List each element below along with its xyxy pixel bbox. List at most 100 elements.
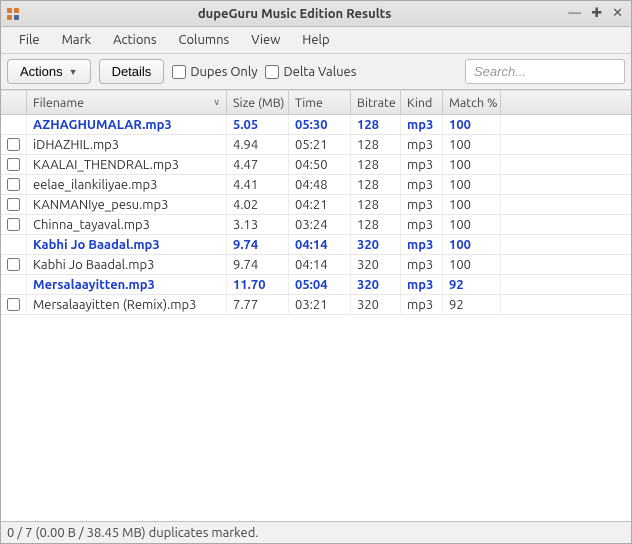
table-row[interactable]: KANMANIye_pesu.mp34.0204:21128mp3100: [1, 195, 631, 215]
cell-kind: mp3: [401, 195, 443, 214]
cell-time: 04:48: [289, 175, 351, 194]
cell-kind: mp3: [401, 235, 443, 254]
row-checkbox[interactable]: [7, 198, 20, 211]
cell-time: 04:21: [289, 195, 351, 214]
menu-help[interactable]: Help: [292, 29, 339, 51]
cell-time: 04:14: [289, 235, 351, 254]
table-body[interactable]: AZHAGHUMALAR.mp35.0505:30128mp3100iDHAZH…: [1, 115, 631, 521]
column-header-size-label: Size (MB): [233, 96, 285, 110]
cell-match: 100: [443, 135, 501, 154]
column-header-bitrate[interactable]: Bitrate: [351, 91, 401, 114]
cell-size: 4.02: [227, 195, 289, 214]
cell-filename: KAALAI_THENDRAL.mp3: [27, 155, 227, 174]
table-row[interactable]: Mersalaayitten (Remix).mp37.7703:21320mp…: [1, 295, 631, 315]
row-checkbox[interactable]: [7, 258, 20, 271]
row-checkbox[interactable]: [7, 178, 20, 191]
cell-filename: KANMANIye_pesu.mp3: [27, 195, 227, 214]
cell-kind: mp3: [401, 215, 443, 234]
cell-bitrate: 320: [351, 255, 401, 274]
cell-kind: mp3: [401, 255, 443, 274]
dupes-only-checkbox[interactable]: [172, 65, 186, 79]
column-header-match[interactable]: Match %: [443, 91, 501, 114]
cell-time: 05:04: [289, 275, 351, 294]
cell-kind: mp3: [401, 275, 443, 294]
column-header-time-label: Time: [295, 96, 323, 110]
statusbar-text: 0 / 7 (0.00 B / 38.45 MB) duplicates mar…: [7, 526, 259, 540]
minimize-icon[interactable]: —: [568, 6, 581, 21]
column-header-kind-label: Kind: [407, 96, 432, 110]
cell-match: 100: [443, 155, 501, 174]
cell-kind: mp3: [401, 155, 443, 174]
cell-kind: mp3: [401, 175, 443, 194]
cell-time: 03:21: [289, 295, 351, 314]
table-row[interactable]: eelae_ilankiliyae.mp34.4104:48128mp3100: [1, 175, 631, 195]
row-checkbox[interactable]: [7, 298, 20, 311]
table-row[interactable]: AZHAGHUMALAR.mp35.0505:30128mp3100: [1, 115, 631, 135]
cell-size: 7.77: [227, 295, 289, 314]
table-row[interactable]: Mersalaayitten.mp311.7005:04320mp392: [1, 275, 631, 295]
search-input[interactable]: [465, 59, 625, 84]
cell-match: 100: [443, 195, 501, 214]
column-header-time[interactable]: Time: [289, 91, 351, 114]
cell-match: 100: [443, 255, 501, 274]
row-checkbox-cell: [1, 195, 27, 214]
column-header-checkbox[interactable]: [1, 91, 27, 114]
cell-time: 03:24: [289, 215, 351, 234]
row-checkbox-cell: [1, 235, 27, 254]
cell-filename: Kabhi Jo Baadal.mp3: [27, 255, 227, 274]
details-button-label: Details: [112, 64, 152, 79]
table-row[interactable]: Chinna_tayaval.mp33.1303:24128mp3100: [1, 215, 631, 235]
cell-bitrate: 128: [351, 155, 401, 174]
table-row[interactable]: Kabhi Jo Baadal.mp39.7404:14320mp3100: [1, 235, 631, 255]
close-icon[interactable]: ✕: [612, 6, 623, 21]
menu-columns[interactable]: Columns: [169, 29, 240, 51]
sort-indicator-icon: ∨: [213, 97, 220, 108]
column-header-size[interactable]: Size (MB): [227, 91, 289, 114]
row-checkbox[interactable]: [7, 218, 20, 231]
cell-bitrate: 320: [351, 235, 401, 254]
cell-match: 100: [443, 235, 501, 254]
row-checkbox[interactable]: [7, 158, 20, 171]
cell-bitrate: 128: [351, 195, 401, 214]
menu-mark[interactable]: Mark: [52, 29, 101, 51]
row-checkbox[interactable]: [7, 138, 20, 151]
cell-time: 05:30: [289, 115, 351, 134]
cell-time: 05:21: [289, 135, 351, 154]
details-button[interactable]: Details: [99, 59, 165, 84]
column-header-match-label: Match %: [449, 96, 498, 110]
window-controls: — ✚ ✕: [568, 6, 627, 21]
maximize-icon[interactable]: ✚: [591, 6, 602, 21]
table-row[interactable]: Kabhi Jo Baadal.mp39.7404:14320mp3100: [1, 255, 631, 275]
column-header-filename[interactable]: Filename ∨: [27, 91, 227, 114]
menu-view[interactable]: View: [241, 29, 290, 51]
cell-bitrate: 128: [351, 215, 401, 234]
cell-bitrate: 128: [351, 175, 401, 194]
toolbar: Actions ▼ Details Dupes Only Delta Value…: [1, 54, 631, 90]
cell-kind: mp3: [401, 295, 443, 314]
cell-size: 4.47: [227, 155, 289, 174]
dupes-only-checkbox-wrap[interactable]: Dupes Only: [172, 65, 257, 79]
column-header-bitrate-label: Bitrate: [357, 96, 396, 110]
delta-values-checkbox[interactable]: [265, 65, 279, 79]
actions-dropdown-button[interactable]: Actions ▼: [7, 59, 91, 84]
column-header-kind[interactable]: Kind: [401, 91, 443, 114]
cell-size: 9.74: [227, 255, 289, 274]
menu-actions[interactable]: Actions: [103, 29, 166, 51]
cell-match: 92: [443, 275, 501, 294]
cell-bitrate: 320: [351, 295, 401, 314]
row-checkbox-cell: [1, 155, 27, 174]
row-checkbox-cell: [1, 115, 27, 134]
actions-dropdown-label: Actions: [20, 64, 63, 79]
dupes-only-label: Dupes Only: [190, 65, 257, 79]
table-row[interactable]: KAALAI_THENDRAL.mp34.4704:50128mp3100: [1, 155, 631, 175]
delta-values-checkbox-wrap[interactable]: Delta Values: [265, 65, 356, 79]
menu-file[interactable]: File: [9, 29, 50, 51]
cell-match: 100: [443, 115, 501, 134]
cell-kind: mp3: [401, 115, 443, 134]
cell-match: 92: [443, 295, 501, 314]
cell-time: 04:14: [289, 255, 351, 274]
table-row[interactable]: iDHAZHIL.mp34.9405:21128mp3100: [1, 135, 631, 155]
cell-filename: eelae_ilankiliyae.mp3: [27, 175, 227, 194]
cell-size: 5.05: [227, 115, 289, 134]
titlebar: dupeGuru Music Edition Results — ✚ ✕: [1, 1, 631, 27]
